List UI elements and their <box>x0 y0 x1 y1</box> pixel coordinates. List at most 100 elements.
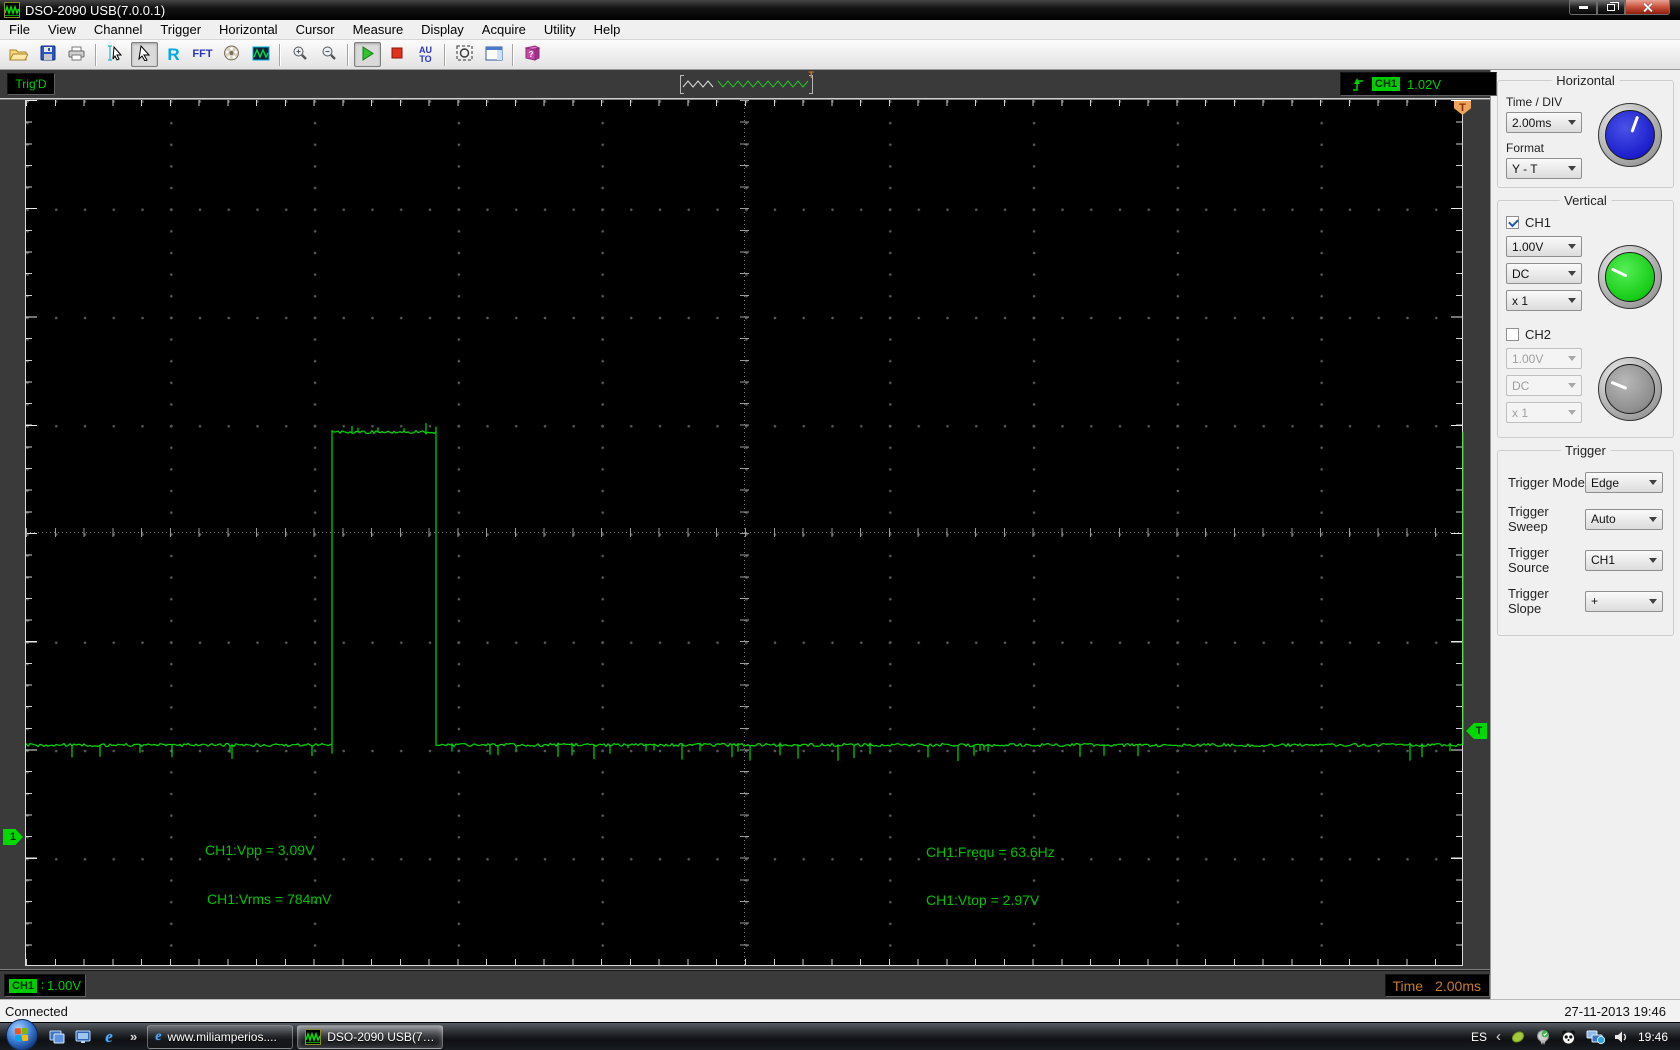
close-button[interactable] <box>1625 0 1670 15</box>
menu-item-help[interactable]: Help <box>585 20 630 39</box>
ch1-position-knob[interactable] <box>1597 244 1662 309</box>
scope-bottom-bar: CH1 1.00V Time 2.00ms <box>0 970 1490 999</box>
measurement-freq: CH1:Frequ = 63.6Hz <box>926 844 1055 860</box>
time-div-select[interactable]: 2.00ms <box>1506 112 1582 133</box>
ch2-coupling-select[interactable]: DC <box>1506 375 1582 396</box>
tray-clock[interactable]: 19:46 <box>1638 1030 1668 1044</box>
status-bar: Connected 27-11-2013 19:46 <box>0 999 1680 1022</box>
print-button[interactable] <box>63 42 90 67</box>
menu-item-horizontal[interactable]: Horizontal <box>210 20 287 39</box>
ch1-checkbox[interactable] <box>1506 216 1519 229</box>
menu-item-cursor[interactable]: Cursor <box>287 20 344 39</box>
volume-tray-icon[interactable] <box>1614 1030 1629 1044</box>
ch1-readout: CH1 1.00V <box>4 974 86 997</box>
internet-explorer-icon: e <box>155 1028 162 1044</box>
ch2-volts-select[interactable]: 1.00V <box>1506 348 1582 369</box>
horizontal-group: Horizontal Time / DIV 2.00ms Format Y - … <box>1497 73 1674 188</box>
menu-item-utility[interactable]: Utility <box>535 20 585 39</box>
window-switcher-shortcut[interactable] <box>72 1025 94 1049</box>
select-arrow-button[interactable] <box>131 42 158 67</box>
stop-button[interactable] <box>383 42 410 67</box>
network-tray-icon[interactable] <box>1586 1029 1605 1045</box>
waveform-window-button[interactable] <box>247 42 274 67</box>
window-title: DSO-2090 USB(7.0.0.1) <box>25 2 166 18</box>
refresh-button[interactable]: R <box>160 42 187 67</box>
ch2-position-knob[interactable] <box>1597 356 1662 421</box>
menu-item-display[interactable]: Display <box>412 20 473 39</box>
zoom-in-button[interactable] <box>286 42 313 67</box>
menu-item-channel[interactable]: Channel <box>85 20 151 39</box>
trigger-status: Trig'D <box>7 73 55 95</box>
restore-button[interactable] <box>1597 0 1625 15</box>
format-select[interactable]: Y - T <box>1506 158 1582 179</box>
panda-antivirus-tray-icon[interactable] <box>1560 1029 1577 1045</box>
trigger-sweep-label: Trigger Sweep <box>1508 504 1549 534</box>
auto-setup-button[interactable]: AU TO <box>412 42 439 67</box>
ch1-coupling-select[interactable]: DC <box>1506 263 1582 284</box>
tray-expand-chevron[interactable]: ‹ <box>1496 1028 1501 1045</box>
trigger-sweep-select[interactable]: Auto <box>1585 508 1663 530</box>
trigger-source-select[interactable]: CH1 <box>1585 549 1663 571</box>
stop-icon <box>391 47 403 62</box>
menu-item-acquire[interactable]: Acquire <box>473 20 535 39</box>
preview-trigger-marker: T <box>808 70 815 80</box>
ch2-coupling-value: DC <box>1512 378 1530 393</box>
trigger-sweep-value: Auto <box>1591 512 1616 526</box>
menu-item-file[interactable]: File <box>0 20 39 39</box>
time-div-value: 2.00ms <box>1435 977 1481 994</box>
app-icon <box>4 2 20 18</box>
preview-left-bracket <box>680 75 684 94</box>
trigger-level-marker[interactable]: T <box>1466 723 1487 739</box>
ch2-probe-select[interactable]: x 1 <box>1506 402 1582 423</box>
horizontal-position-knob[interactable] <box>1597 103 1662 167</box>
internet-explorer-shortcut[interactable]: e <box>98 1025 120 1049</box>
zoom-out-button[interactable] <box>315 42 342 67</box>
toolbar-separator <box>444 43 446 66</box>
menu-item-trigger[interactable]: Trigger <box>151 20 210 39</box>
trigger-mode-select[interactable]: Edge <box>1585 472 1663 493</box>
menu-item-view[interactable]: View <box>39 20 85 39</box>
self-calibration-button[interactable] <box>451 42 478 67</box>
trigger-slope-select[interactable]: + <box>1585 590 1663 612</box>
help-contents-button[interactable]: ? <box>519 42 546 67</box>
trigger-level-value: 1.02V <box>1407 76 1441 92</box>
scope-area: Trig'D T CH1 1.02V CH1:Vpp = 3.09V CH1:V… <box>0 70 1497 999</box>
menu-bar: File View Channel Trigger Horizontal Cursor Me… <box>0 20 1680 40</box>
ch1-volts-select[interactable]: 1.00V <box>1506 236 1582 257</box>
save-icon <box>40 45 56 64</box>
open-file-button[interactable] <box>5 42 32 67</box>
window-layout-button[interactable] <box>480 42 507 67</box>
self-calibration-icon <box>456 45 473 64</box>
trigger-slope-row: Trigger Slope + <box>1508 586 1663 616</box>
quicklaunch-overflow[interactable]: » <box>130 1029 137 1044</box>
start-button[interactable] <box>6 1018 38 1050</box>
menu-item-measure[interactable]: Measure <box>344 20 413 39</box>
time-label: Time <box>1392 977 1424 994</box>
ch2-checkbox[interactable] <box>1506 328 1519 341</box>
dropdown-arrow-icon <box>1568 244 1576 249</box>
taskbar-button-browser[interactable]: e www.miliamperios.... <box>147 1024 294 1049</box>
leaf-tray-icon[interactable] <box>1510 1029 1526 1045</box>
ch1-checkbox-label: CH1 <box>1525 215 1552 230</box>
title-bar: DSO-2090 USB(7.0.0.1) <box>0 0 1680 20</box>
cursor-measure-icon <box>107 45 124 64</box>
time-div-label: Time / DIV <box>1506 95 1563 109</box>
taskbar-button-dso[interactable]: DSO-2090 USB(7.0.0.... <box>297 1024 444 1049</box>
trigger-status-text: Trig'D <box>15 77 47 91</box>
window-icon <box>49 1030 65 1043</box>
record-button[interactable] <box>218 42 245 67</box>
language-indicator[interactable]: ES <box>1471 1030 1487 1044</box>
close-icon <box>1643 2 1653 12</box>
show-desktop-shortcut[interactable] <box>46 1025 68 1049</box>
cursor-measure-button[interactable] <box>102 42 129 67</box>
start-button[interactable] <box>354 42 381 67</box>
trigger-channel-badge: CH1 <box>1372 77 1401 91</box>
minimize-button[interactable] <box>1569 0 1597 15</box>
security-badge-tray-icon[interactable] <box>1535 1029 1551 1045</box>
ch1-probe-select[interactable]: x 1 <box>1506 290 1582 311</box>
save-button[interactable] <box>34 42 61 67</box>
fft-icon: FFT <box>192 48 213 60</box>
record-preview[interactable]: T <box>680 70 814 95</box>
fft-button[interactable]: FFT <box>189 42 216 67</box>
ch1-ground-marker[interactable]: 1 <box>3 829 23 845</box>
